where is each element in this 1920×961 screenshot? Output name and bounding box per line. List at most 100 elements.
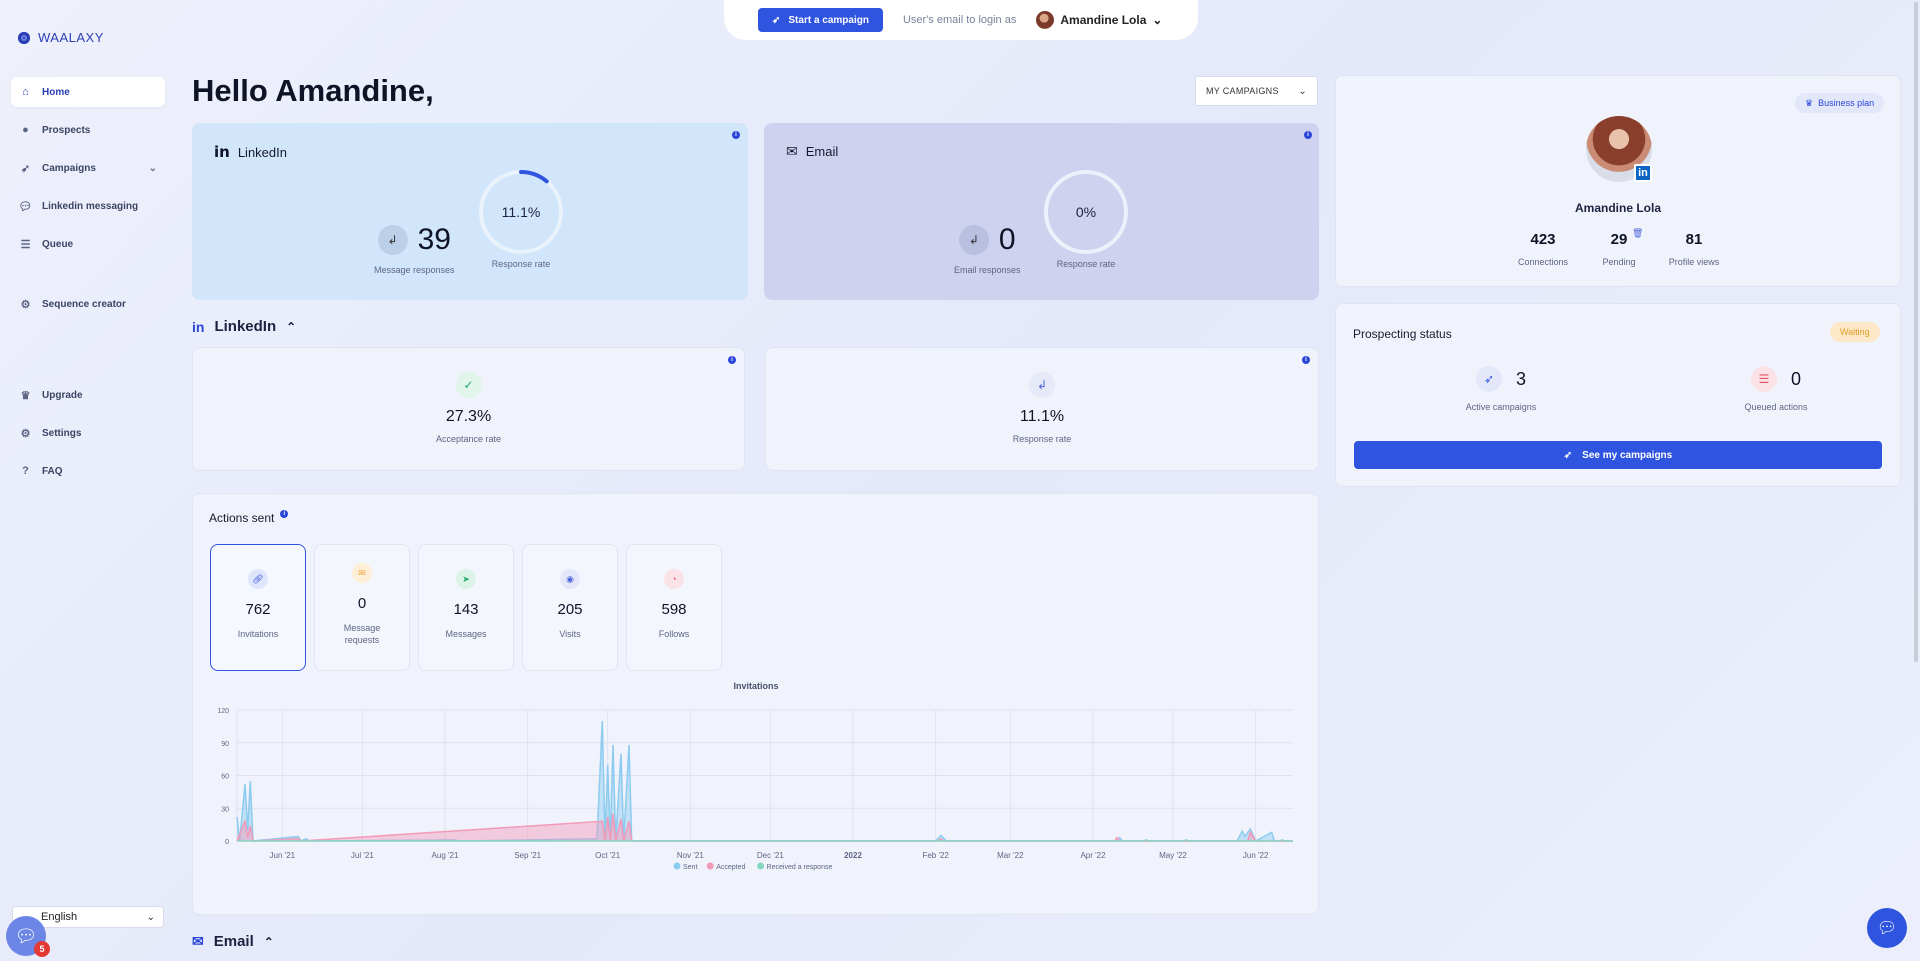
active-campaigns-stat: ➶ 3 Active campaigns bbox=[1446, 366, 1556, 412]
linkedin-icon: in bbox=[214, 143, 230, 161]
pending-stat: 29 Pending bbox=[1584, 231, 1654, 267]
chat-icon: 💬︎ bbox=[14, 925, 38, 946]
link-icon: 🔗︎ bbox=[248, 569, 268, 589]
response-rate-value: 11.1% bbox=[502, 204, 541, 220]
profile-name: Amandine Lola bbox=[1574, 201, 1661, 215]
scrollbar-thumb[interactable] bbox=[1914, 2, 1918, 662]
sidebar-item-linkedin-messaging[interactable]: 💬︎ Linkedin messaging bbox=[11, 191, 165, 221]
tile-label: Invitations bbox=[237, 629, 279, 639]
acceptance-rate-value: 27.3% bbox=[445, 408, 492, 425]
y-tick-label: 30 bbox=[221, 806, 229, 813]
help-icon: ? bbox=[22, 465, 29, 477]
sidebar-item-campaigns[interactable]: ➶ Campaigns ⌄ bbox=[11, 153, 165, 183]
send-icon: ➤ bbox=[456, 569, 476, 589]
rocket-icon: ➶ bbox=[772, 14, 781, 26]
info-icon[interactable]: i bbox=[1302, 356, 1310, 364]
avatar bbox=[1036, 11, 1055, 29]
tile-value: 598 bbox=[661, 601, 687, 618]
sidebar-item-label: Linkedin messaging bbox=[42, 200, 139, 212]
crown-icon: ♛ bbox=[1805, 97, 1814, 108]
x-tick-label: Jul '21 bbox=[351, 851, 374, 860]
email-overview-card: i ✉ Email ↲ 0 Email responses 0% Respons… bbox=[764, 123, 1319, 300]
response-rate-value: 0% bbox=[1076, 204, 1096, 220]
legend-swatch bbox=[706, 862, 714, 870]
queued-actions-value: 0 bbox=[1790, 368, 1801, 389]
action-tile-follows[interactable]: ◔ 598 Follows bbox=[626, 544, 722, 671]
sidebar-item-prospects[interactable]: ● Prospects bbox=[11, 115, 165, 145]
rocket-icon: ➶ bbox=[20, 162, 31, 175]
sidebar-item-queue[interactable]: ☰ Queue bbox=[11, 229, 165, 259]
sidebar-item-upgrade[interactable]: ♛ Upgrade bbox=[11, 380, 165, 410]
rocket-icon: ➶ bbox=[1563, 449, 1573, 461]
queue-icon: ☰ bbox=[20, 238, 31, 251]
tile-value: 762 bbox=[245, 601, 271, 618]
gear-icon: ⚙ bbox=[20, 298, 31, 311]
start-campaign-button[interactable]: ➶ Start a campaign bbox=[758, 8, 883, 32]
status-badge: Waiting bbox=[1830, 322, 1880, 342]
see-my-campaigns-button[interactable]: ➶ See my campaigns bbox=[1354, 441, 1882, 469]
chevron-down-icon: ⌄ bbox=[146, 911, 155, 923]
linkedin-icon: in bbox=[1634, 164, 1652, 182]
sidebar-item-faq[interactable]: ? FAQ bbox=[11, 456, 165, 486]
info-icon[interactable]: i bbox=[732, 131, 740, 139]
series-area-sent bbox=[237, 720, 1293, 841]
x-tick-label: Oct '21 bbox=[595, 851, 621, 860]
brand-name: WAALAXY bbox=[38, 30, 104, 45]
crown-icon: ♛ bbox=[20, 389, 31, 402]
info-icon[interactable]: i bbox=[1304, 131, 1312, 139]
response-rate-label: Response rate bbox=[491, 259, 551, 269]
sidebar-item-label: Settings bbox=[42, 427, 82, 439]
actions-sent-card: Actions sent i 🔗︎ 762 Invitations ✉ 0 Me… bbox=[192, 493, 1319, 915]
sidebar-item-label: Queue bbox=[42, 238, 74, 250]
login-as-input[interactable]: User's email to login as bbox=[903, 14, 1016, 26]
response-rate-ring: 11.1% bbox=[479, 170, 563, 254]
queued-actions-label: Queued actions bbox=[1744, 402, 1808, 412]
y-tick-label: 120 bbox=[217, 708, 229, 715]
sidebar-item-sequence-creator[interactable]: ⚙ Sequence creator bbox=[11, 289, 165, 319]
sidebar-item-home[interactable]: ⌂ Home bbox=[11, 77, 165, 107]
action-tile-message-requests[interactable]: ✉ 0 Message requests bbox=[314, 544, 410, 671]
action-tile-invitations[interactable]: 🔗︎ 762 Invitations bbox=[210, 544, 306, 671]
action-tile-messages[interactable]: ➤ 143 Messages bbox=[418, 544, 514, 671]
email-section-header[interactable]: ✉ Email ⌃ bbox=[192, 933, 274, 950]
info-icon[interactable]: i bbox=[280, 510, 289, 518]
intercom-chat-button[interactable]: 💬︎ bbox=[1867, 908, 1907, 948]
message-responses-stat: ↲ 39 Message responses bbox=[374, 223, 455, 275]
response-rate-label: Response rate bbox=[1012, 434, 1072, 444]
campaign-filter-select[interactable]: MY CAMPAIGNS ⌄ bbox=[1195, 76, 1318, 106]
section-title-text: LinkedIn bbox=[214, 318, 277, 335]
x-tick-label: Jun '22 bbox=[1243, 851, 1269, 860]
sidebar-item-label: Prospects bbox=[42, 124, 91, 136]
card-title-text: LinkedIn bbox=[237, 144, 287, 160]
plan-label: Business plan bbox=[1818, 98, 1875, 108]
connections-value: 423 bbox=[1530, 231, 1556, 248]
trash-icon[interactable]: 🗑︎ bbox=[1632, 228, 1643, 239]
message-responses-label: Message responses bbox=[374, 265, 455, 275]
x-tick-label: 2022 bbox=[844, 851, 862, 860]
legend-swatch bbox=[757, 862, 765, 870]
chevron-up-icon: ⌃ bbox=[263, 934, 274, 949]
check-icon: ✓ bbox=[455, 372, 482, 398]
prospecting-status-card: Prospecting status Waiting ➶ 3 Active ca… bbox=[1335, 303, 1901, 487]
card-title-text: Email bbox=[805, 144, 839, 159]
info-icon[interactable]: i bbox=[728, 356, 736, 364]
sidebar-item-settings[interactable]: ⚙ Settings bbox=[11, 418, 165, 448]
chevron-up-icon: ⌃ bbox=[286, 319, 297, 334]
rocket-icon: ➶ bbox=[1475, 366, 1502, 392]
plan-badge[interactable]: ♛ Business plan bbox=[1795, 93, 1885, 113]
user-menu[interactable]: Amandine Lola ⌄ bbox=[1036, 11, 1162, 29]
top-bar: ➶ Start a campaign User's email to login… bbox=[724, 0, 1198, 40]
eye-icon: ◉ bbox=[560, 569, 580, 589]
linkedin-response-rate-card: i ↲ 11.1% Response rate bbox=[765, 347, 1319, 471]
chat-icon: 💬︎ bbox=[18, 200, 33, 213]
queued-actions-stat: ☰ 0 Queued actions bbox=[1721, 366, 1831, 412]
tile-value: 0 bbox=[357, 595, 367, 612]
action-tile-visits[interactable]: ◉ 205 Visits bbox=[522, 544, 618, 671]
linkedin-section-header[interactable]: in LinkedIn ⌃ bbox=[192, 318, 296, 335]
brand-logo[interactable]: WAALAXY bbox=[18, 30, 104, 45]
page-title: Hello Amandine, bbox=[192, 73, 434, 108]
users-icon: ● bbox=[22, 124, 29, 136]
response-rate-ring: 0% bbox=[1044, 170, 1128, 254]
x-tick-label: Jun '21 bbox=[270, 851, 296, 860]
sidebar-item-label: FAQ bbox=[42, 465, 63, 477]
